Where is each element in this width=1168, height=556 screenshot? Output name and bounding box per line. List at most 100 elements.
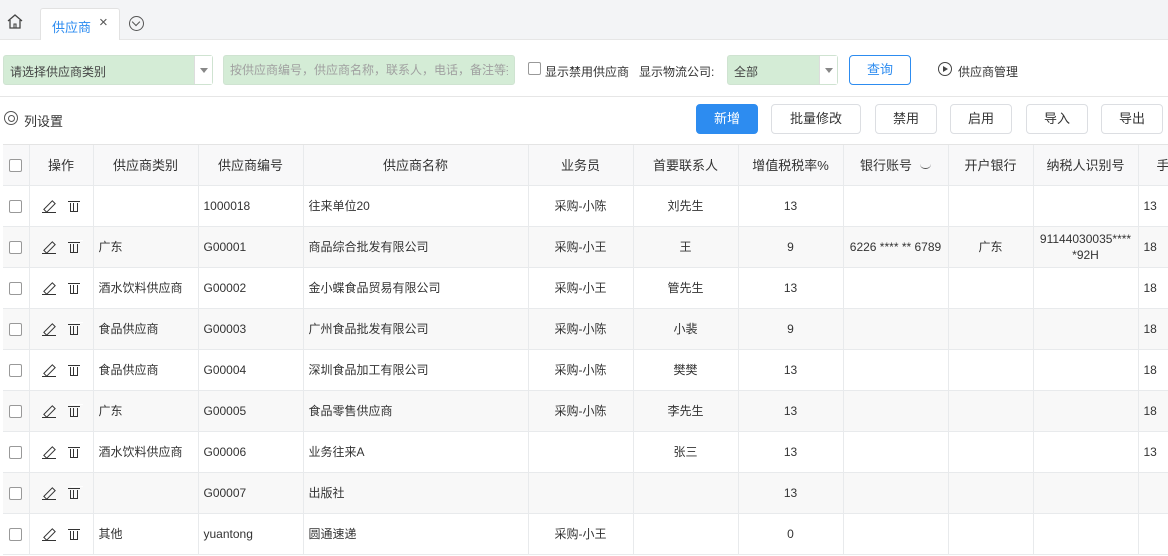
add-button[interactable]: 新增 [696, 104, 758, 134]
table-row[interactable]: 酒水饮料供应商 G00002 金小蝶食品贸易有限公司 采购-小王 管先生 13 18 [3, 267, 1168, 309]
cell-tax-rate: 9 [738, 226, 844, 268]
batch-edit-button[interactable]: 批量修改 [771, 104, 861, 134]
header-bank[interactable]: 开户银行 [948, 145, 1034, 186]
header-tax-id[interactable]: 纳税人识别号 [1033, 145, 1139, 186]
logistics-select[interactable]: 全部 [727, 55, 838, 85]
cell-bank [948, 513, 1034, 555]
header-tax-rate[interactable]: 增值税税率% [738, 145, 844, 186]
enable-button[interactable]: 启用 [950, 104, 1012, 134]
column-settings-button[interactable]: 列设置 [24, 111, 63, 130]
table-row[interactable]: G00007 出版社 13 [3, 472, 1168, 514]
edit-icon[interactable] [42, 363, 56, 378]
cell-contact: 李先生 [633, 390, 739, 432]
row-checkbox[interactable] [9, 199, 23, 213]
cell-code: G00004 [198, 349, 304, 391]
chevron-down-icon[interactable] [819, 56, 837, 84]
header-extra[interactable]: 手 [1138, 145, 1168, 186]
row-checkbox[interactable] [9, 445, 23, 459]
supplier-manage-link[interactable]: 供应商管理 [958, 63, 1018, 80]
table-row[interactable]: 广东 G00001 商品综合批发有限公司 采购-小王王 9 6226 **** ** 67… [3, 226, 1168, 268]
show-disabled-checkbox[interactable] [528, 62, 541, 75]
row-checkbox[interactable] [9, 281, 23, 295]
disable-button[interactable]: 禁用 [875, 104, 937, 134]
cell-contact: 小裴 [633, 308, 739, 350]
edit-icon[interactable] [42, 240, 56, 255]
row-checkbox[interactable] [9, 527, 23, 541]
edit-icon[interactable] [42, 199, 56, 214]
row-select-cell[interactable] [3, 308, 30, 350]
table-row[interactable]: 食品供应商 G00003 广州食品批发有限公司 采购-小陈 小裴 9 18 [3, 308, 1168, 350]
trash-icon[interactable] [68, 445, 80, 459]
header-salesman[interactable]: 业务员 [528, 145, 634, 186]
cell-extra: 13 [1138, 431, 1168, 473]
row-select-cell[interactable] [3, 390, 30, 432]
trash-icon[interactable] [68, 404, 80, 418]
cell-tax-id [1033, 267, 1139, 309]
import-button[interactable]: 导入 [1026, 104, 1088, 134]
home-icon[interactable] [6, 13, 24, 29]
edit-icon[interactable] [42, 404, 56, 419]
row-select-cell[interactable] [3, 349, 30, 391]
header-bank-account[interactable]: 银行账号 [843, 145, 949, 186]
cell-tax-id [1033, 431, 1139, 473]
edit-icon[interactable] [42, 527, 56, 542]
row-checkbox[interactable] [9, 486, 23, 500]
row-select-cell[interactable] [3, 185, 30, 227]
select-all-checkbox[interactable] [9, 159, 23, 173]
cell-category: 广东 [93, 390, 199, 432]
table-row[interactable]: 广东 G00005 食品零售供应商 采购-小陈 李先生 13 18 [3, 390, 1168, 432]
chevron-down-icon[interactable] [129, 16, 144, 31]
row-select-cell[interactable] [3, 226, 30, 268]
query-button[interactable]: 查询 [849, 55, 911, 85]
table-row[interactable]: 酒水饮料供应商 G00006 业务往来A 张三 13 13 [3, 431, 1168, 473]
eye-closed-icon[interactable] [920, 164, 931, 170]
cell-code: G00007 [198, 472, 304, 514]
trash-icon[interactable] [68, 240, 80, 254]
row-actions [29, 349, 94, 391]
row-select-cell[interactable] [3, 513, 30, 555]
cell-salesman [528, 472, 634, 514]
supplier-category-select[interactable]: 请选择供应商类别 [3, 55, 213, 85]
row-select-cell[interactable] [3, 472, 30, 514]
export-button[interactable]: 导出 [1101, 104, 1163, 134]
row-checkbox[interactable] [9, 240, 23, 254]
trash-icon[interactable] [68, 527, 80, 541]
trash-icon[interactable] [68, 363, 80, 377]
cell-bank-account [843, 431, 949, 473]
edit-icon[interactable] [42, 445, 56, 460]
trash-icon[interactable] [68, 281, 80, 295]
header-category[interactable]: 供应商类别 [93, 145, 199, 186]
header-select-all[interactable] [3, 145, 30, 186]
table-row[interactable]: 食品供应商 G00004 深圳食品加工有限公司 采购-小陈 樊樊 13 18 [3, 349, 1168, 391]
row-checkbox[interactable] [9, 322, 23, 336]
settings-icon[interactable] [4, 111, 18, 125]
play-circle-icon[interactable] [938, 62, 952, 76]
trash-icon[interactable] [68, 199, 80, 213]
search-input[interactable] [223, 55, 515, 85]
table-row[interactable]: 其他 yuantong 圆通速递 采购-小王 0 [3, 513, 1168, 555]
cell-name: 深圳食品加工有限公司 [303, 349, 529, 391]
edit-icon[interactable] [42, 486, 56, 501]
row-checkbox[interactable] [9, 404, 23, 418]
cell-name: 广州食品批发有限公司 [303, 308, 529, 350]
row-actions [29, 308, 94, 350]
close-icon[interactable]: × [99, 15, 108, 31]
row-select-cell[interactable] [3, 431, 30, 473]
cell-extra: 18 [1138, 390, 1168, 432]
logistics-label: 显示物流公司: [639, 65, 715, 79]
cell-tax-id [1033, 185, 1139, 227]
edit-icon[interactable] [42, 281, 56, 296]
edit-icon[interactable] [42, 322, 56, 337]
chevron-down-icon[interactable] [194, 56, 212, 84]
table-row[interactable]: 1000018 往来单位20 采购-小陈 刘先生 13 13 [3, 185, 1168, 227]
trash-icon[interactable] [68, 486, 80, 500]
row-select-cell[interactable] [3, 267, 30, 309]
trash-icon[interactable] [68, 322, 80, 336]
row-actions [29, 185, 94, 227]
header-name[interactable]: 供应商名称 [303, 145, 529, 186]
cell-tax-id [1033, 390, 1139, 432]
row-checkbox[interactable] [9, 363, 23, 377]
header-code[interactable]: 供应商编号 [198, 145, 304, 186]
header-contact[interactable]: 首要联系人 [633, 145, 739, 186]
tab-supplier[interactable]: 供应商 × [40, 8, 120, 40]
